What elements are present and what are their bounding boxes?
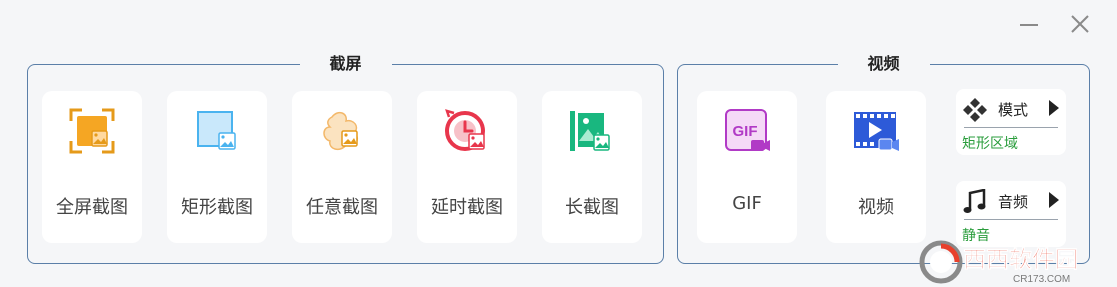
- minimize-icon: [1020, 24, 1038, 26]
- minimize-button[interactable]: [1015, 10, 1043, 38]
- delay-capture-icon: [445, 109, 485, 151]
- fullscreen-capture-icon: [69, 108, 115, 154]
- site-watermark: 西西软件园 CR173.COM: [919, 240, 1078, 285]
- mode-icon: [963, 98, 987, 122]
- fullscreen-capture-button[interactable]: 全屏截图: [42, 91, 142, 243]
- audio-divider: [964, 219, 1058, 220]
- video-group-title: 视频: [837, 53, 930, 75]
- delay-capture-button[interactable]: 延时截图: [417, 91, 517, 243]
- long-capture-icon: [570, 111, 610, 151]
- watermark-subtext: CR173.COM: [1013, 274, 1070, 285]
- freeform-capture-icon: [323, 111, 358, 151]
- audio-label: 音频: [998, 193, 1029, 211]
- freeform-capture-button[interactable]: 任意截图: [292, 91, 392, 243]
- mode-value: 矩形区域: [962, 136, 1018, 152]
- fullscreen-capture-label: 全屏截图: [56, 197, 128, 218]
- screenshot-group-title: 截屏: [299, 53, 392, 75]
- mode-option[interactable]: 模式 矩形区域: [956, 89, 1066, 155]
- rect-capture-label: 矩形截图: [181, 197, 253, 218]
- gif-icon-text: GIF: [733, 123, 758, 140]
- rect-capture-button[interactable]: 矩形截图: [167, 91, 267, 243]
- chevron-right-icon: [1049, 100, 1059, 116]
- screenshot-group: 截屏 全屏截图 矩形截图 任意截图 延时截图 长截图: [27, 53, 664, 264]
- delay-capture-label: 延时截图: [431, 197, 503, 218]
- close-icon: [1071, 15, 1089, 33]
- chevron-right-icon: [1049, 192, 1059, 208]
- long-capture-button[interactable]: 长截图: [542, 91, 642, 243]
- close-button[interactable]: [1066, 10, 1094, 38]
- video-record-label: 视频: [858, 197, 894, 218]
- long-capture-label: 长截图: [565, 197, 619, 218]
- video-record-icon: [854, 112, 899, 151]
- gif-record-button[interactable]: GIF GIF: [697, 91, 797, 243]
- rect-capture-icon: [197, 111, 236, 150]
- music-note-icon: [963, 189, 986, 213]
- mode-label: 模式: [998, 101, 1029, 119]
- gif-record-label: GIF: [732, 193, 762, 214]
- freeform-capture-label: 任意截图: [306, 197, 378, 218]
- video-record-button[interactable]: 视频: [826, 91, 926, 243]
- gif-record-icon: GIF: [725, 109, 770, 151]
- watermark-text: 西西软件园: [963, 246, 1078, 272]
- mode-divider: [964, 127, 1058, 128]
